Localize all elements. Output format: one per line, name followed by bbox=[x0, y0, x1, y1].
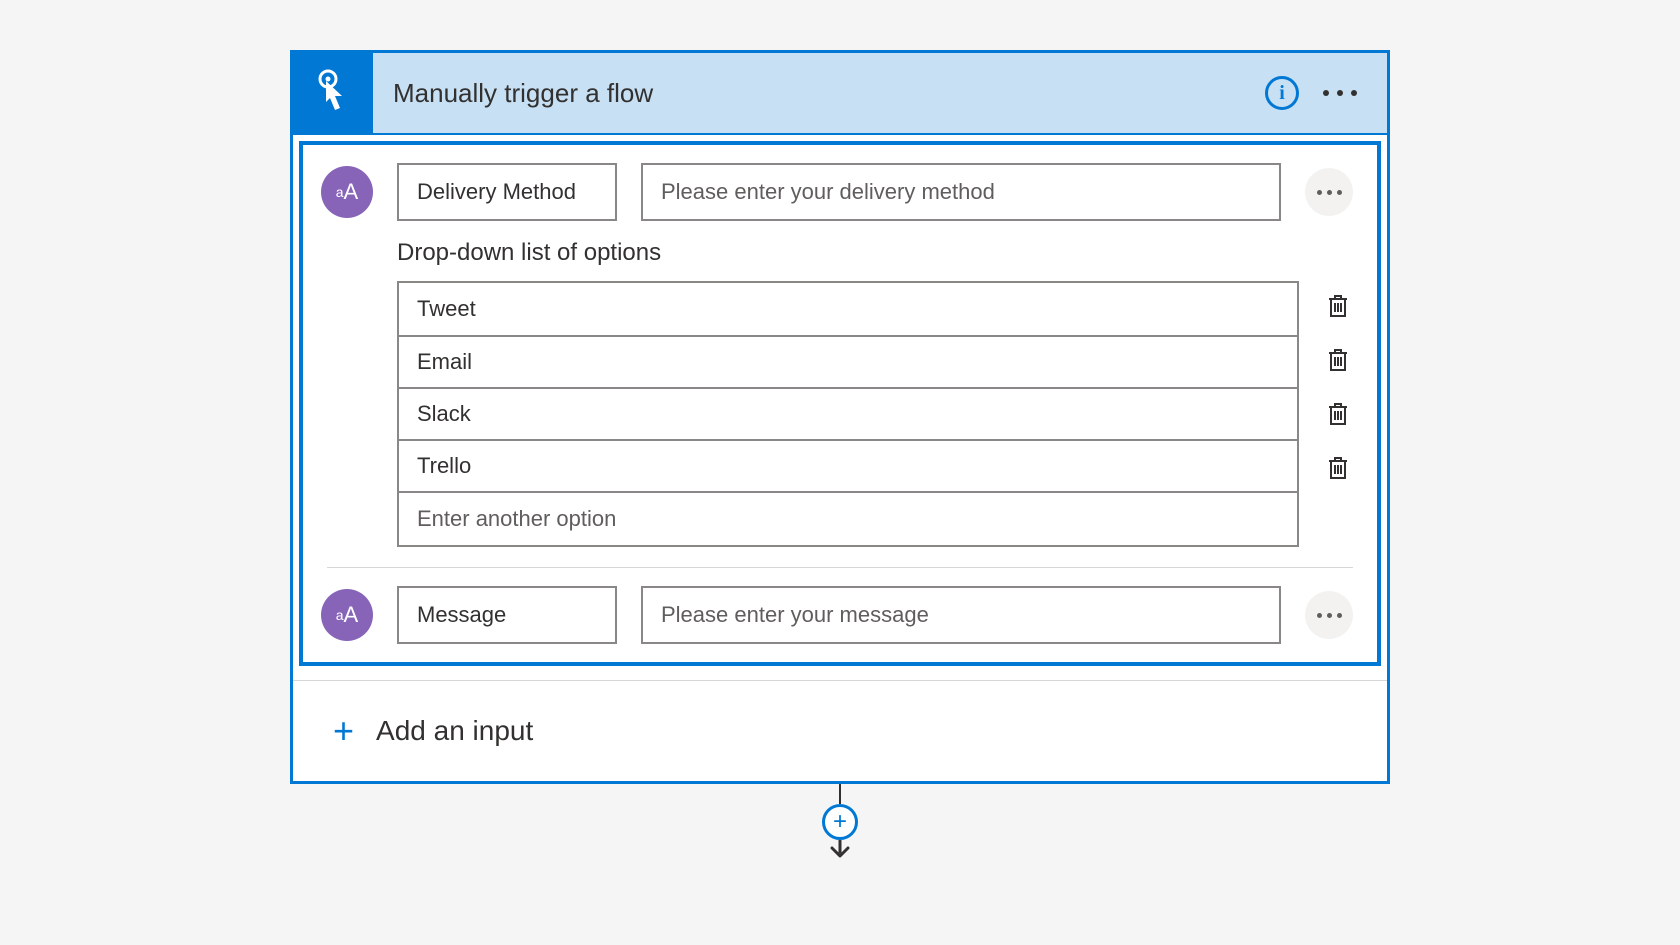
text-type-icon: aA bbox=[321, 166, 373, 218]
plus-icon: + bbox=[333, 713, 354, 749]
option-row: Email bbox=[399, 337, 1297, 389]
add-input-button[interactable]: + Add an input bbox=[293, 681, 1387, 781]
delete-option-button[interactable] bbox=[1323, 333, 1353, 387]
header-actions: i bbox=[1265, 76, 1387, 110]
info-icon[interactable]: i bbox=[1265, 76, 1299, 110]
option-add-row: Enter another option bbox=[399, 493, 1297, 545]
input-description-field[interactable]: Please enter your message bbox=[641, 586, 1281, 644]
card-menu-button[interactable] bbox=[1323, 90, 1357, 96]
delete-option-button[interactable] bbox=[1323, 441, 1353, 495]
text-type-icon: aA bbox=[321, 589, 373, 641]
option-row: Tweet bbox=[399, 283, 1297, 337]
option-add-input[interactable]: Enter another option bbox=[399, 491, 1297, 545]
connector-line bbox=[839, 784, 841, 804]
input-menu-button[interactable] bbox=[1305, 591, 1353, 639]
input-block-delivery-method: aA Delivery Method Please enter your del… bbox=[303, 145, 1377, 567]
add-input-label: Add an input bbox=[376, 715, 533, 747]
card-title: Manually trigger a flow bbox=[373, 78, 1265, 109]
dropdown-section-label: Drop-down list of options bbox=[397, 239, 1353, 267]
trash-icon bbox=[1327, 347, 1349, 373]
input-block-message: aA Message Please enter your message bbox=[303, 568, 1377, 662]
inputs-region: aA Delivery Method Please enter your del… bbox=[299, 141, 1381, 666]
delete-option-button[interactable] bbox=[1323, 279, 1353, 333]
option-input[interactable]: Slack bbox=[399, 387, 1297, 441]
trash-icon bbox=[1327, 293, 1349, 319]
input-description-field[interactable]: Please enter your delivery method bbox=[641, 163, 1281, 221]
arrow-down-icon bbox=[826, 840, 854, 860]
flow-connector: + bbox=[822, 784, 858, 860]
trigger-type-icon bbox=[293, 53, 373, 133]
option-input[interactable]: Trello bbox=[399, 439, 1297, 493]
trash-icon bbox=[1327, 401, 1349, 427]
trash-icon bbox=[1327, 455, 1349, 481]
input-name-field[interactable]: Delivery Method bbox=[397, 163, 617, 221]
card-header: Manually trigger a flow i bbox=[293, 53, 1387, 135]
touch-pointer-icon bbox=[312, 68, 354, 118]
flow-trigger-card: Manually trigger a flow i aA Delivery Me… bbox=[290, 50, 1390, 784]
add-step-button[interactable]: + bbox=[822, 804, 858, 840]
input-name-field[interactable]: Message bbox=[397, 586, 617, 644]
option-input[interactable]: Tweet bbox=[399, 283, 1297, 337]
delete-option-button[interactable] bbox=[1323, 387, 1353, 441]
option-input[interactable]: Email bbox=[399, 335, 1297, 389]
input-row: aA Delivery Method Please enter your del… bbox=[321, 163, 1353, 221]
option-row: Trello bbox=[399, 441, 1297, 493]
dropdown-options-section: Drop-down list of options Tweet Email Sl… bbox=[321, 221, 1353, 549]
input-menu-button[interactable] bbox=[1305, 168, 1353, 216]
option-row: Slack bbox=[399, 389, 1297, 441]
input-row: aA Message Please enter your message bbox=[321, 586, 1353, 644]
